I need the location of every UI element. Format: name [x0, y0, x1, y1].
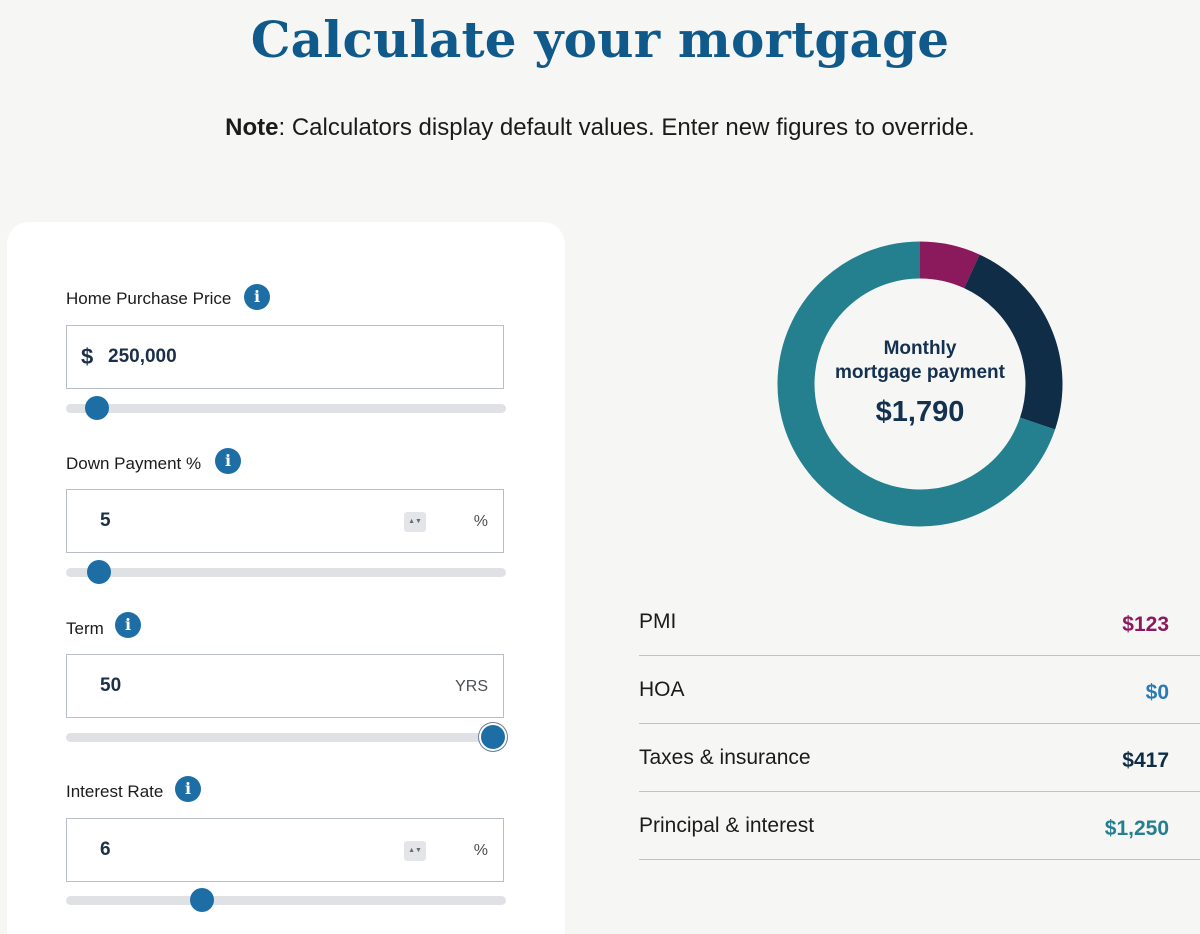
breakdown-amount: $123 [1122, 613, 1169, 636]
interest-rate-info-icon[interactable]: i [175, 776, 201, 802]
home-price-slider-thumb[interactable] [84, 396, 109, 420]
breakdown-label: Principal & interest [639, 814, 815, 837]
interest-rate-slider[interactable] [66, 888, 506, 912]
down-payment-label: Down Payment % [66, 454, 202, 473]
home-price-info-icon[interactable]: i [244, 284, 270, 310]
down-payment-unit: % [473, 513, 488, 530]
down-payment-value: 5 [100, 510, 111, 531]
term-info-icon[interactable]: i [115, 612, 141, 638]
down-payment-slider[interactable] [66, 560, 506, 584]
stepper-arrows-icon: ▲▼ [408, 847, 422, 854]
note-label: Note [225, 114, 279, 141]
term-slider-thumb[interactable] [480, 725, 505, 749]
down-payment-info-icon[interactable]: i [215, 448, 241, 474]
note-text: Note: Calculators display default values… [0, 114, 1200, 142]
breakdown-amount: $1,250 [1104, 817, 1169, 840]
payment-breakdown-list: PMI $123 HOA $0 Taxes & insurance $417 P… [639, 588, 1200, 860]
breakdown-label: Taxes & insurance [639, 746, 811, 769]
breakdown-label: PMI [639, 610, 677, 633]
term-unit: YRS [455, 678, 488, 695]
interest-rate-stepper[interactable]: ▲▼ [404, 841, 426, 861]
donut-caption-line2: mortgage payment [835, 362, 1005, 383]
monthly-payment-total: $1,790 [875, 396, 965, 428]
term-slider[interactable] [66, 725, 506, 749]
note-body: : Calculators display default values. En… [278, 114, 975, 141]
interest-rate-value: 6 [100, 839, 111, 860]
donut-caption: Monthly mortgage payment [777, 337, 1063, 385]
donut-caption-line1: Monthly [883, 338, 957, 359]
breakdown-row-pmi: PMI $123 [639, 588, 1200, 656]
term-value: 50 [100, 675, 122, 696]
dollar-prefix: $ [81, 344, 94, 369]
breakdown-row-principal-interest: Principal & interest $1,250 [639, 792, 1200, 860]
home-price-label: Home Purchase Price [66, 289, 232, 308]
mortgage-calculator-page: Calculate your mortgage Note: Calculator… [0, 0, 1200, 934]
breakdown-label: HOA [639, 678, 685, 701]
breakdown-amount: $417 [1122, 749, 1169, 772]
interest-rate-input[interactable]: 6 ▲▼ % [66, 818, 504, 882]
payment-donut-chart: Monthly mortgage payment $1,790 [777, 241, 1063, 527]
page-title: Calculate your mortgage [250, 10, 950, 69]
term-label: Term [66, 619, 104, 638]
breakdown-amount: $0 [1145, 681, 1169, 704]
stepper-arrows-icon: ▲▼ [408, 518, 422, 525]
down-payment-input[interactable]: 5 ▲▼ % [66, 489, 504, 553]
home-price-slider[interactable] [66, 396, 506, 420]
down-payment-slider-thumb[interactable] [87, 560, 111, 584]
breakdown-row-taxes-insurance: Taxes & insurance $417 [639, 724, 1200, 792]
interest-rate-label: Interest Rate [66, 782, 164, 801]
term-input[interactable]: 50 YRS [66, 654, 504, 718]
home-price-input[interactable]: $ 250,000 [66, 325, 504, 389]
breakdown-row-hoa: HOA $0 [639, 656, 1200, 724]
donut-center: Monthly mortgage payment $1,790 [777, 241, 1063, 527]
down-payment-stepper[interactable]: ▲▼ [404, 512, 426, 532]
interest-rate-unit: % [473, 842, 488, 859]
home-price-value: 250,000 [108, 346, 177, 367]
